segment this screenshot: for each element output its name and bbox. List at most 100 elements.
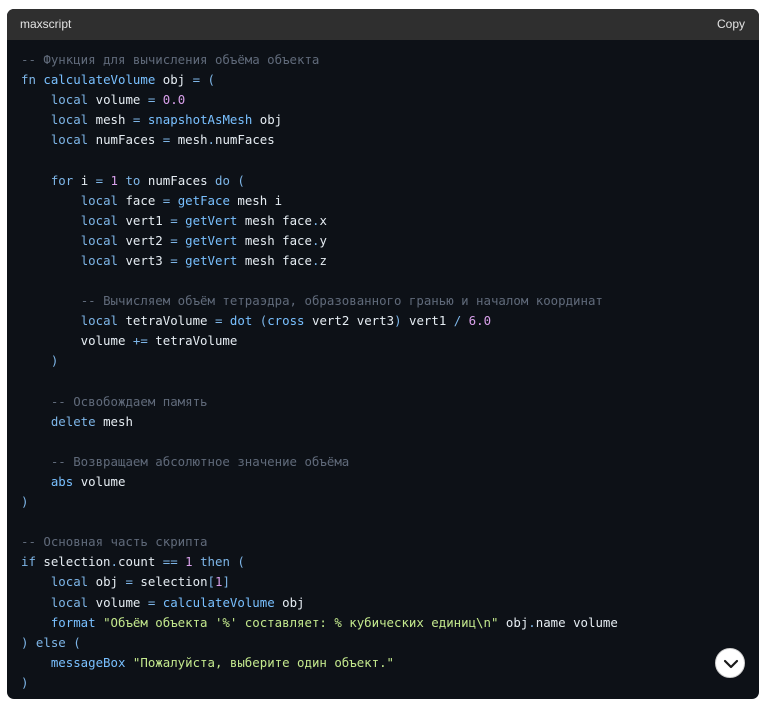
language-label: maxscript: [20, 17, 72, 31]
scroll-to-bottom-button[interactable]: [715, 648, 745, 678]
code-token: to: [118, 172, 141, 188]
code-token: mesh: [95, 413, 133, 429]
code-token: getVert: [177, 232, 238, 248]
code-line: local tetraVolume = dot (cross vert2 ver…: [21, 311, 749, 331]
code-line: if selection.count == 1 then (: [21, 552, 749, 572]
code-line: ​: [21, 512, 749, 532]
code-line: -- Возвращаем абсолютное значение объёма: [21, 452, 749, 472]
code-token: tetraVolume: [118, 313, 215, 329]
code-line: -- Основная часть скрипта: [21, 532, 749, 552]
code-token: obj: [498, 614, 529, 630]
code-line: ​: [21, 271, 749, 291]
code-token: (: [200, 72, 215, 88]
code-line: local vert3 = getVert mesh face.z: [21, 251, 749, 271]
code-token: vert1: [401, 313, 454, 329]
code-token: 1: [177, 554, 193, 570]
code-line: local mesh = snapshotAsMesh obj: [21, 110, 749, 130]
code-content: -- Функция для вычисления объёма объекта…: [21, 50, 749, 693]
code-token: mesh face: [237, 212, 312, 228]
code-token: =: [170, 232, 178, 248]
code-token: numFaces: [140, 172, 216, 188]
copy-button[interactable]: Copy: [717, 17, 745, 31]
code-block-header: maxscript Copy: [7, 9, 759, 40]
code-token: cross: [267, 313, 305, 329]
code-token: selection: [132, 574, 208, 590]
code-token: -- Функция для вычисления объёма объекта: [21, 52, 320, 67]
code-token: local: [80, 252, 118, 268]
code-token: mesh face: [237, 252, 312, 268]
code-token: local: [50, 574, 89, 590]
code-token: delete: [50, 413, 96, 429]
code-token: calculateVolume: [155, 594, 275, 610]
code-token: local: [80, 212, 118, 228]
code-token: for: [50, 172, 74, 188]
code-token: vert3: [118, 252, 171, 268]
code-line: volume += tetraVolume: [21, 331, 749, 351]
code-token: =: [95, 172, 104, 188]
code-token: .: [528, 614, 536, 630]
code-token: i: [73, 172, 96, 188]
code-token: else: [28, 634, 66, 650]
code-token: =: [125, 574, 133, 590]
code-token: local: [50, 92, 89, 108]
code-token: -- Основная часть скрипта: [21, 534, 208, 550]
code-token: ): [50, 353, 59, 369]
code-token: local: [80, 192, 118, 208]
code-token: numFaces: [215, 132, 275, 148]
code-line: local numFaces = mesh.numFaces: [21, 130, 749, 150]
code-token: 6.0: [461, 313, 492, 329]
code-line: local vert1 = getVert mesh face.x: [21, 211, 749, 231]
code-token: then: [192, 554, 230, 570]
code-token: "Объём объекта '%' составляет: % кубичес…: [95, 614, 499, 630]
code-token: (: [252, 313, 268, 329]
code-token: volume: [88, 594, 148, 610]
code-token: y: [319, 232, 327, 248]
code-token: mesh: [170, 132, 208, 148]
code-token: getVert: [177, 212, 238, 228]
code-token: do: [215, 172, 230, 188]
code-token: 0.0: [155, 92, 186, 108]
code-line: -- Вычисляем объём тетраэдра, образованн…: [21, 291, 749, 311]
code-token: messageBox: [50, 654, 126, 670]
code-token: volume: [88, 92, 148, 108]
code-token: -- Возвращаем абсолютное значение объёма: [50, 453, 350, 469]
code-token: "Пожалуйста, выберите один объект.": [125, 654, 395, 670]
code-token: (: [65, 634, 81, 650]
code-token: name volume: [535, 614, 618, 630]
code-token: obj: [252, 112, 283, 128]
code-line: format "Объём объекта '%' составляет: % …: [21, 613, 749, 633]
code-token: if: [21, 554, 36, 570]
code-line: ​: [21, 372, 749, 392]
code-token: local: [80, 313, 118, 329]
code-token: .: [207, 132, 216, 148]
code-block: maxscript Copy -- Функция для вычисления…: [7, 9, 759, 699]
code-token: -- Вычисляем объём тетраэдра, образованн…: [80, 293, 603, 309]
code-token: volume: [21, 333, 133, 349]
code-line: -- Функция для вычисления объёма объекта: [21, 50, 749, 70]
chevron-down-icon: [723, 659, 739, 669]
code-token: =: [192, 72, 201, 88]
code-token: local: [50, 112, 89, 128]
code-line: local volume = 0.0: [21, 90, 749, 110]
code-token: obj: [88, 574, 126, 590]
code-token: getFace: [170, 192, 230, 208]
code-token: tetraVolume: [147, 333, 238, 349]
code-token: -- Освобождаем память: [50, 393, 208, 409]
code-token: 1: [103, 172, 119, 188]
code-token: local: [50, 132, 89, 148]
code-token: local: [80, 232, 118, 248]
code-token: z: [319, 252, 327, 268]
